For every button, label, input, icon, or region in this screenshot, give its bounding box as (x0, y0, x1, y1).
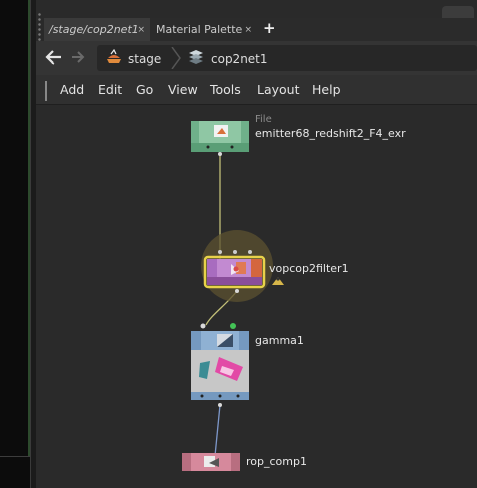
gamma-icon (217, 334, 233, 347)
tab-label: /stage/cop2net1 (49, 23, 139, 36)
network-editor[interactable]: File emitter68_redshift2_F4_exr vopcop2f… (36, 105, 477, 488)
breadcrumb-separator (171, 47, 181, 69)
wire-gamma-to-rop (214, 404, 221, 457)
menu-edit[interactable]: Edit (98, 82, 122, 97)
breadcrumb: stage cop2net1 (97, 45, 477, 71)
pane-divider-line (0, 456, 30, 457)
network-canvas (182, 121, 284, 471)
tab-label: Material Palette (156, 23, 243, 36)
close-icon[interactable]: × (244, 25, 252, 35)
menu-go[interactable]: Go (136, 82, 153, 97)
file-node-name[interactable]: emitter68_redshift2_F4_exr (255, 127, 406, 140)
menu-help[interactable]: Help (312, 82, 341, 97)
rop-comp-node-name[interactable]: rop_comp1 (246, 455, 307, 468)
add-tab-icon[interactable]: + (263, 19, 276, 37)
gamma-node[interactable] (191, 323, 249, 407)
vopcop2filter-node-name[interactable]: vopcop2filter1 (269, 262, 349, 275)
tab-bar: /stage/cop2net1 × Material Palette × + (44, 18, 477, 41)
vex-warning-icon (272, 277, 284, 285)
display-flag-icon (230, 323, 236, 329)
stage-icon (105, 48, 123, 68)
menu-bar: Add Edit Go View Tools Layout Help (36, 75, 477, 105)
menu-view[interactable]: View (168, 82, 198, 97)
breadcrumb-item-stage[interactable]: stage (105, 48, 162, 68)
file-icon (214, 125, 228, 137)
left-pane (0, 0, 30, 488)
rop-comp-node[interactable] (182, 453, 240, 471)
file-node-type: File (255, 114, 272, 125)
breadcrumb-label: stage (128, 51, 162, 66)
menu-layout[interactable]: Layout (257, 82, 300, 97)
gamma-node-name[interactable]: gamma1 (255, 334, 304, 347)
tab-stage-cop2net1[interactable]: /stage/cop2net1 × (44, 18, 150, 41)
close-icon[interactable]: × (137, 25, 145, 35)
file-node[interactable] (191, 121, 249, 156)
pane-grip-dots[interactable] (38, 12, 41, 42)
tab-material-palette[interactable]: Material Palette × (151, 18, 257, 41)
path-bar: stage cop2net1 (36, 41, 477, 75)
menu-add[interactable]: Add (60, 82, 84, 97)
menu-tools[interactable]: Tools (210, 82, 241, 97)
forward-arrow-icon[interactable] (70, 49, 86, 69)
cop-network-icon (187, 49, 205, 68)
menu-grip[interactable] (45, 81, 47, 101)
back-arrow-icon[interactable] (45, 49, 63, 69)
breadcrumb-item-cop2net1[interactable]: cop2net1 (187, 49, 268, 68)
breadcrumb-label: cop2net1 (211, 51, 268, 66)
